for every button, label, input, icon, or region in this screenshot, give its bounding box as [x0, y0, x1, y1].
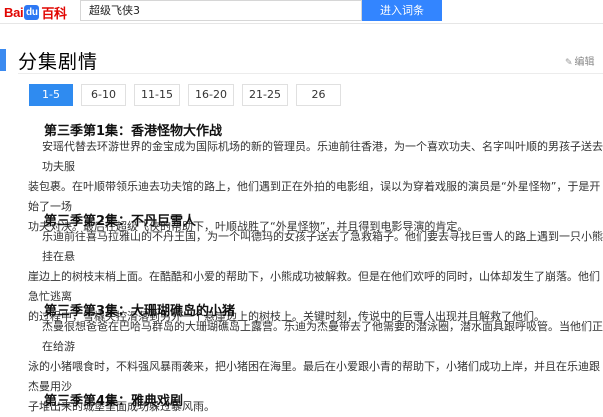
logo-text-baike: 百科	[41, 6, 67, 22]
episode-range-tabs: 1-5 6-10 11-15 16-20 21-25 26	[29, 84, 349, 106]
top-bar: Bai du 百科 超级飞侠3 进入词条	[0, 0, 603, 24]
section-header: 分集剧情 ✎ 编辑	[0, 44, 603, 74]
tab-21-25[interactable]: 21-25	[242, 84, 288, 106]
episode-line: 乐迪前往喜马拉雅山的不丹王国，为一个叫德玛的女孩子送去了急救箱子。他们要去寻找巨…	[42, 230, 603, 263]
tab-6-10[interactable]: 6-10	[81, 84, 126, 106]
section-divider	[18, 73, 603, 74]
tab-1-5[interactable]: 1-5	[29, 84, 73, 106]
section-accent-bar	[0, 49, 6, 71]
baidu-baike-logo[interactable]: Bai du 百科	[4, 4, 67, 22]
episode-line: 杰曼很想爸爸在巴哈马群岛的大珊瑚礁岛上露营。乐迪为杰曼带去了他需要的潜泳圈，潜水…	[42, 320, 603, 353]
logo-text-bai: Bai	[4, 4, 24, 20]
tab-26[interactable]: 26	[296, 84, 341, 106]
tab-11-15[interactable]: 11-15	[134, 84, 180, 106]
search-input[interactable]: 超级飞侠3	[80, 0, 362, 21]
enter-entry-button[interactable]: 进入词条	[362, 0, 442, 21]
pencil-icon: ✎	[565, 58, 573, 68]
episode-line: 安瑶代替去环游世界的金宝成为国际机场的新的管理员。乐迪前往香港，为一个喜欢功夫、…	[42, 140, 603, 173]
paw-icon: du	[24, 4, 40, 20]
edit-link[interactable]: ✎ 编辑	[565, 53, 595, 68]
tab-16-20[interactable]: 16-20	[188, 84, 234, 106]
edit-label: 编辑	[574, 57, 595, 68]
episode-title: 第三季第4集：雅典戏剧	[44, 394, 184, 409]
section-title: 分集剧情	[18, 51, 99, 73]
